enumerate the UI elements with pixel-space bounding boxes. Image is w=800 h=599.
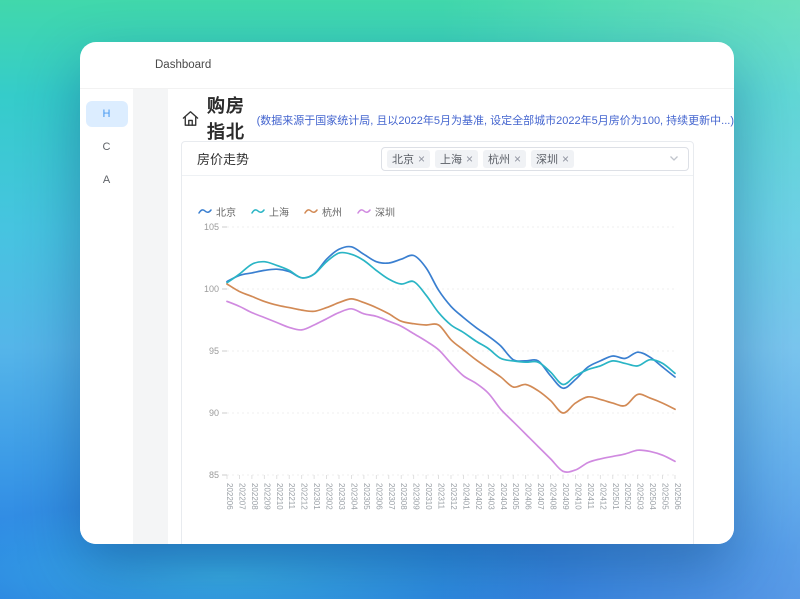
y-axis-label: 105 — [204, 222, 219, 232]
city-tag-上海[interactable]: 上海 × — [435, 150, 478, 168]
x-axis-label: 202211 — [287, 483, 296, 510]
x-axis-label: 202301 — [312, 483, 321, 510]
legend-label: 深圳 — [375, 204, 395, 219]
x-axis-label: 202309 — [412, 483, 421, 510]
chevron-down-icon[interactable] — [669, 155, 679, 162]
x-axis-label: 202303 — [337, 483, 346, 510]
sidebar: HCA — [80, 89, 133, 544]
legend-item-深圳[interactable]: 深圳 — [357, 204, 395, 219]
x-axis-label: 202206 — [225, 483, 234, 510]
x-axis-label: 202405 — [511, 483, 520, 510]
x-axis-label: 202409 — [561, 483, 570, 510]
x-axis-label: 202502 — [623, 483, 632, 510]
x-axis-label: 202308 — [399, 483, 408, 510]
y-axis-label: 85 — [209, 470, 219, 480]
x-axis-label: 202207 — [237, 483, 246, 510]
legend-item-杭州[interactable]: 杭州 — [304, 204, 342, 219]
chart-legend: 北京 上海 杭州 深圳 — [198, 204, 693, 218]
page-subtitle: (数据来源于国家统计局, 且以2022年5月为基准, 设定全部城市2022年5月… — [257, 112, 734, 128]
x-axis-label: 202307 — [387, 483, 396, 510]
sidebar-item-A[interactable]: A — [86, 167, 128, 193]
legend-item-上海[interactable]: 上海 — [251, 204, 289, 219]
legend-line-icon — [198, 206, 212, 217]
breadcrumb: Dashboard — [155, 59, 211, 71]
legend-line-icon — [304, 206, 318, 217]
city-tag-label: 杭州 — [488, 151, 510, 167]
app-body: HCA 购房指北 (数据来源于国家统计局, 且以2022年5月为基准, 设定全部… — [80, 89, 734, 544]
x-axis-label: 202408 — [549, 483, 558, 510]
legend-line-icon — [357, 206, 371, 217]
legend-item-北京[interactable]: 北京 — [198, 204, 236, 219]
x-axis-label: 202411 — [586, 483, 595, 510]
x-axis-label: 202302 — [325, 483, 334, 510]
y-axis-label: 95 — [209, 346, 219, 356]
tag-remove-icon[interactable]: × — [562, 153, 569, 165]
x-axis-label: 202401 — [461, 483, 470, 510]
x-axis-label: 202305 — [362, 483, 371, 510]
tag-remove-icon[interactable]: × — [466, 153, 473, 165]
x-axis-label: 202403 — [486, 483, 495, 510]
city-multiselect[interactable]: 北京 × 上海 × 杭州 × 深圳 × — [381, 147, 689, 171]
city-tag-label: 深圳 — [536, 151, 558, 167]
x-axis-label: 202208 — [250, 483, 259, 510]
x-axis-label: 202210 — [275, 483, 284, 510]
x-axis-label: 202209 — [262, 483, 271, 510]
x-axis-label: 202310 — [424, 483, 433, 510]
series-line-上海 — [227, 253, 675, 385]
city-tag-杭州[interactable]: 杭州 × — [483, 150, 526, 168]
sidebar-item-C[interactable]: C — [86, 134, 128, 160]
series-line-杭州 — [227, 284, 675, 413]
x-axis-label: 202212 — [300, 483, 309, 510]
x-axis-label: 202501 — [611, 483, 620, 510]
x-axis-label: 202412 — [598, 483, 607, 510]
x-axis-label: 202503 — [636, 483, 645, 510]
sidebar-item-H[interactable]: H — [86, 101, 128, 127]
series-line-深圳 — [227, 301, 675, 472]
x-axis-label: 202504 — [648, 483, 657, 510]
x-axis-label: 202505 — [661, 483, 670, 510]
x-axis-label: 202311 — [437, 483, 446, 510]
x-axis-label: 202304 — [349, 483, 358, 510]
legend-label: 上海 — [269, 204, 289, 219]
x-axis-label: 202506 — [673, 483, 682, 510]
x-axis-label: 202402 — [474, 483, 483, 510]
line-chart: 85 90 95 100 105 202206202207 202208202209 2022… — [182, 220, 693, 530]
panel-header: 房价走势 北京 × 上海 × 杭州 × 深圳 × — [182, 142, 693, 176]
content-area: 购房指北 (数据来源于国家统计局, 且以2022年5月为基准, 设定全部城市20… — [168, 89, 734, 544]
y-axis-label: 100 — [204, 284, 219, 294]
y-axis-label: 90 — [209, 408, 219, 418]
x-axis-label: 202406 — [524, 483, 533, 510]
x-axis-label: 202312 — [449, 483, 458, 510]
tag-remove-icon[interactable]: × — [514, 153, 521, 165]
city-tag-label: 北京 — [392, 151, 414, 167]
series-line-北京 — [227, 247, 675, 389]
tag-remove-icon[interactable]: × — [418, 153, 425, 165]
sidebar-rail — [133, 89, 168, 544]
legend-label: 北京 — [216, 204, 236, 219]
city-tag-北京[interactable]: 北京 × — [387, 150, 430, 168]
page-header: 购房指北 (数据来源于国家统计局, 且以2022年5月为基准, 设定全部城市20… — [181, 103, 734, 133]
legend-label: 杭州 — [322, 204, 342, 219]
x-axis-label: 202404 — [499, 483, 508, 510]
x-axis-label: 202410 — [573, 483, 582, 510]
page-title: 购房指北 — [207, 92, 249, 144]
home-icon — [181, 109, 200, 128]
x-axis-label: 202306 — [374, 483, 383, 510]
app-header-bar: Dashboard — [80, 42, 734, 89]
x-axis-label: 202407 — [536, 483, 545, 510]
price-trend-panel: 房价走势 北京×上海×杭州×深圳× 北京上海杭州深圳 8590 — [181, 141, 694, 544]
panel-title: 房价走势 — [197, 149, 249, 168]
chart-svg: 85 90 95 100 105 202206202207 202208202209 2022… — [182, 220, 694, 525]
city-tag-label: 上海 — [440, 151, 462, 167]
selected-city-tags: 北京 × 上海 × 杭州 × 深圳 × — [387, 150, 574, 168]
desktop-background: Dashboard HCA 购房指北 (数据来源于国家统计局, 且以2022年5… — [0, 0, 800, 599]
city-tag-深圳[interactable]: 深圳 × — [531, 150, 574, 168]
app-window: Dashboard HCA 购房指北 (数据来源于国家统计局, 且以2022年5… — [80, 42, 734, 544]
chart-container: 北京上海杭州深圳 8590951001052022062022072022082… — [182, 176, 693, 544]
legend-line-icon — [251, 206, 265, 217]
